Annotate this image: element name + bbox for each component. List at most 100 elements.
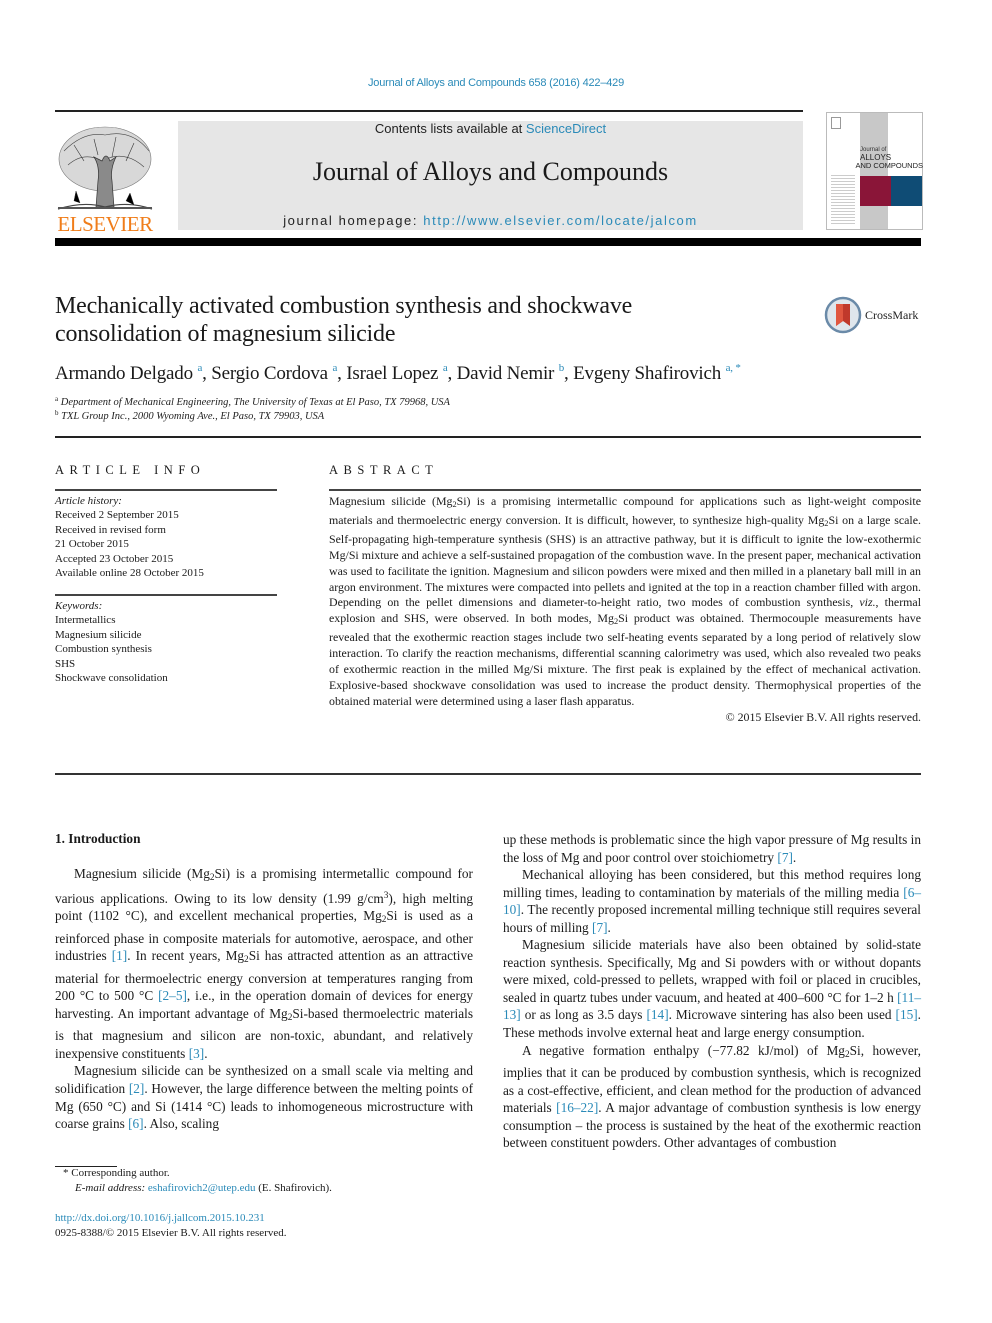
corresponding-author-note: * Corresponding author. <box>55 1166 475 1181</box>
reference-link[interactable]: [16–22] <box>556 1100 598 1115</box>
author-name[interactable]: Armando Delgado <box>55 363 193 384</box>
paragraph: Mechanical alloying has been considered,… <box>503 866 921 936</box>
history-item: Available online 28 October 2015 <box>55 567 204 580</box>
title-line-1: Mechanically activated combustion synthe… <box>55 293 633 319</box>
abstract-body: Magnesium silicide (Mg2Si) is a promisin… <box>329 494 921 726</box>
title-block-rule <box>55 436 921 438</box>
article-title: Mechanically activated combustion synthe… <box>55 292 775 348</box>
cover-red-block <box>860 176 891 206</box>
text-fragment: . The recently proposed incremental mill… <box>503 902 921 935</box>
history-item: Received in revised form <box>55 523 166 536</box>
text-fragment: A negative formation enthalpy (−77.82 kJ… <box>522 1042 845 1058</box>
abstract-copyright: © 2015 Elsevier B.V. All rights reserved… <box>725 709 921 724</box>
affiliation-b: b TXL Group Inc., 2000 Wyoming Ave., El … <box>55 409 755 422</box>
crossmark-icon <box>824 296 862 334</box>
reference-link[interactable]: [2–5] <box>158 988 187 1003</box>
keyword[interactable]: SHS <box>55 657 280 671</box>
text-fragment: Mechanical alloying has been considered,… <box>503 867 921 900</box>
cover-blue-block <box>891 176 922 206</box>
contents-prefix: Contents lists available at <box>374 121 526 136</box>
contents-line: Contents lists available at ScienceDirec… <box>178 121 803 136</box>
text-fragment: or as long as 3.5 days <box>520 1007 647 1023</box>
author-name[interactable]: Israel Lopez <box>346 363 438 384</box>
text-fragment: . Also, scaling <box>143 1116 219 1132</box>
keywords-rule <box>55 594 277 596</box>
cover-publisher-logo <box>831 117 841 129</box>
keywords-label: Keywords: <box>55 600 103 612</box>
text-fragment: . <box>204 1045 208 1061</box>
abstract-fragment: Magnesium silicide (Mg <box>329 494 453 508</box>
doi-line: http://dx.doi.org/10.1016/j.jallcom.2015… <box>55 1211 475 1226</box>
email-note: E-mail address: eshafirovich2@utep.edu (… <box>55 1181 475 1196</box>
keyword[interactable]: Intermetallics <box>55 613 280 627</box>
affiliation-key: b <box>55 409 59 417</box>
reference-link[interactable]: [7] <box>592 920 608 935</box>
homepage-prefix: journal homepage: <box>283 213 424 228</box>
history-item: 21 October 2015 <box>55 538 129 551</box>
abstract-text: Magnesium silicide (Mg2Si) is a promisin… <box>329 494 921 710</box>
affiliation-text: Department of Mechanical Engineering, Th… <box>60 397 450 408</box>
homepage-link[interactable]: http://www.elsevier.com/locate/jalcom <box>423 213 698 228</box>
email-link[interactable]: eshafirovich2@utep.edu <box>148 1182 256 1194</box>
history-item: Received 2 September 2015 <box>55 509 179 522</box>
abstract-fragment: Si product was obtained. Thermocouple me… <box>329 611 921 708</box>
abstract-viz: viz. <box>859 595 876 610</box>
reference-link[interactable]: [14] <box>646 1007 668 1022</box>
article-info-heading: ARTICLE INFO <box>55 463 206 477</box>
email-label: E-mail address: <box>75 1182 146 1194</box>
cover-title-line3: AND COMPOUNDS <box>855 161 923 170</box>
body-column-right: up these methods is problematic since th… <box>503 831 921 1152</box>
reference-link[interactable]: [3] <box>189 1046 205 1061</box>
author-affiliation-mark[interactable]: a <box>332 362 337 374</box>
keyword[interactable]: Combustion synthesis <box>55 642 280 656</box>
keyword[interactable]: Shockwave consolidation <box>55 671 280 685</box>
paragraph: A negative formation enthalpy (−77.82 kJ… <box>503 1042 921 1152</box>
keyword[interactable]: Magnesium silicide <box>55 628 280 642</box>
abstract-heading: ABSTRACT <box>329 463 439 477</box>
footnote-star: * <box>63 1167 69 1179</box>
email-suffix: (E. Shafirovich). <box>255 1182 332 1194</box>
journal-cover-thumbnail[interactable]: Journal of ALLOYS AND COMPOUNDS <box>826 112 923 230</box>
front-matter-rule <box>55 773 921 775</box>
reference-link[interactable]: [2] <box>129 1081 145 1096</box>
text-fragment: up these methods is problematic since th… <box>503 832 921 865</box>
article-info-rule <box>55 489 277 491</box>
affiliation-a: a Department of Mechanical Engineering, … <box>55 395 755 408</box>
journal-name: Journal of Alloys and Compounds <box>312 157 669 186</box>
paragraph: Magnesium silicide materials have also b… <box>503 936 921 1041</box>
title-line-2: consolidation of magnesium silicide <box>55 321 396 347</box>
reference-link[interactable]: [1] <box>112 948 128 963</box>
text-fragment: Magnesium silicide (Mg <box>74 866 210 881</box>
reference-link[interactable]: [7] <box>777 850 793 865</box>
cover-contents-list <box>831 173 855 225</box>
article-history-label: Article history: <box>55 495 122 507</box>
author-list: Armando Delgado a, Sergio Cordova a, Isr… <box>55 362 741 384</box>
author-name[interactable]: David Nemir <box>457 363 555 384</box>
author-affiliation-mark[interactable]: a <box>443 362 448 374</box>
text-fragment: . Microwave sintering has also been used <box>668 1007 896 1023</box>
homepage-line: journal homepage: http://www.elsevier.co… <box>178 213 803 228</box>
doi-link[interactable]: http://dx.doi.org/10.1016/j.jallcom.2015… <box>55 1212 265 1224</box>
sciencedirect-link[interactable]: ScienceDirect <box>526 121 606 136</box>
reference-link[interactable]: [15] <box>896 1007 918 1022</box>
author-name[interactable]: Evgeny Shafirovich <box>573 363 721 384</box>
paragraph-continued: up these methods is problematic since th… <box>503 831 921 866</box>
text-fragment: . <box>792 849 797 865</box>
affiliation-key: a <box>55 395 59 403</box>
abstract-fragment: Si on a large scale. Self-propagating hi… <box>329 512 921 610</box>
author-name[interactable]: Sergio Cordova <box>211 363 328 384</box>
journal-masthead: Contents lists available at ScienceDirec… <box>178 121 803 230</box>
header-thick-rule <box>55 238 921 246</box>
article-history: Article history: Received 2 September 20… <box>55 494 280 580</box>
corresponding-label: Corresponding author. <box>71 1167 170 1179</box>
text-fragment: . <box>607 919 611 935</box>
issn-line: 0925-8388/© 2015 Elsevier B.V. All right… <box>55 1227 287 1239</box>
author-affiliation-mark[interactable]: a <box>197 362 202 374</box>
body-column-left: Magnesium silicide (Mg2Si) is a promisin… <box>55 865 473 1133</box>
affiliation-text: TXL Group Inc., 2000 Wyoming Ave., El Pa… <box>61 411 325 422</box>
author-affiliation-mark[interactable]: b <box>559 362 565 374</box>
reference-link[interactable]: [6] <box>128 1116 144 1131</box>
author-affiliation-mark[interactable]: a, * <box>726 362 741 374</box>
crossmark-button[interactable]: CrossMark <box>824 296 924 336</box>
journal-citation[interactable]: Journal of Alloys and Compounds 658 (201… <box>0 77 992 89</box>
